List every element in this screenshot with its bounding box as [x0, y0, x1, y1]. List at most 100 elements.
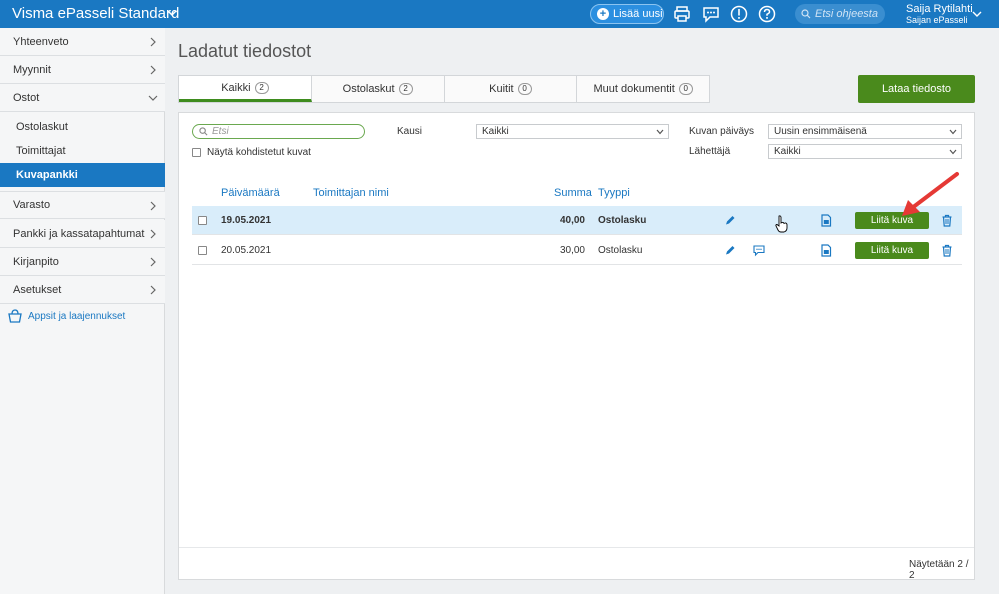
sidebar-item-pankki[interactable]: Pankki ja kassatapahtumat	[0, 220, 165, 248]
tab-kaikki[interactable]: Kaikki 2	[179, 76, 312, 102]
chevron-down-icon[interactable]	[972, 9, 982, 19]
column-header-date[interactable]: Päivämäärä	[221, 187, 280, 199]
sidebar-item-yhteenveto[interactable]: Yhteenveto	[0, 28, 165, 56]
sidebar-item-asetukset[interactable]: Asetukset	[0, 276, 165, 304]
count-badge: 2	[254, 81, 269, 94]
sidebar-item-label: Asetukset	[13, 283, 62, 296]
comment-icon[interactable]	[753, 244, 765, 257]
files-panel: Etsi Näytä kohdistetut kuvat Kausi Kaikk…	[178, 112, 975, 581]
document-image-icon[interactable]	[820, 214, 832, 227]
chevron-down-icon	[148, 95, 158, 101]
tab-kuitit[interactable]: Kuitit 0	[445, 76, 578, 102]
document-image-icon[interactable]	[820, 244, 832, 257]
count-badge: 0	[678, 83, 693, 95]
column-header-type[interactable]: Tyyppi	[598, 187, 630, 199]
table-row[interactable]: 20.05.2021 30,00 Ostolasku Liitä kuva	[192, 236, 962, 265]
tab-muut-dokumentit[interactable]: Muut dokumentit 0	[577, 76, 709, 102]
chevron-down-icon	[949, 149, 957, 155]
show-matched-checkbox[interactable]	[192, 148, 201, 157]
count-badge: 0	[517, 83, 532, 95]
chevron-down-icon	[656, 129, 664, 135]
sidebar-subitem-toimittajat[interactable]: Toimittajat	[0, 139, 165, 163]
chevron-right-icon	[150, 201, 156, 211]
user-name[interactable]: Saija Rytilahti	[906, 3, 973, 15]
sidebar: Yhteenveto Myynnit Ostot Ostolaskut Toim…	[0, 28, 165, 594]
column-header-amount[interactable]: Summa	[554, 187, 592, 199]
chevron-down-icon	[949, 129, 957, 135]
table-row[interactable]: 19.05.2021 40,00 Ostolasku Liitä kuva	[192, 206, 962, 235]
sidebar-item-ostot[interactable]: Ostot	[0, 84, 165, 112]
sender-select[interactable]: Kaikki	[768, 144, 962, 159]
apps-link-label: Appsit ja laajennukset	[28, 310, 126, 322]
sidebar-item-label: Yhteenveto	[13, 35, 69, 48]
attach-image-button[interactable]: Liitä kuva	[855, 242, 929, 259]
sidebar-item-varasto[interactable]: Varasto	[0, 191, 165, 219]
sender-label: Lähettäjä	[689, 146, 731, 157]
chevron-right-icon	[150, 229, 156, 239]
upload-file-button[interactable]: Lataa tiedosto	[858, 75, 975, 103]
print-icon[interactable]	[673, 5, 691, 23]
app-title[interactable]: Visma ePasseli Standard	[12, 5, 179, 22]
column-header-supplier[interactable]: Toimittajan nimi	[313, 187, 389, 199]
tab-label: Kuitit	[489, 83, 514, 95]
sidebar-subitem-label: Ostolaskut	[16, 121, 68, 133]
chevron-down-icon[interactable]	[166, 7, 178, 19]
sender-value: Kaikki	[774, 146, 801, 157]
show-matched-toggle[interactable]: Näytä kohdistetut kuvat	[192, 147, 311, 158]
add-new-button[interactable]: + Lisää uusi	[590, 4, 664, 24]
sidebar-subitem-label: Toimittajat	[16, 145, 66, 157]
row-type: Ostolasku	[598, 215, 647, 226]
chevron-right-icon	[150, 285, 156, 295]
sidebar-item-kirjanpito[interactable]: Kirjanpito	[0, 248, 165, 276]
tab-ostolaskut[interactable]: Ostolaskut 2	[312, 76, 445, 102]
row-type: Ostolasku	[598, 245, 643, 256]
row-checkbox[interactable]	[198, 216, 207, 225]
top-bar: Visma ePasseli Standard + Lisää uusi Ets…	[0, 0, 999, 28]
image-date-value: Uusin ensimmäisenä	[774, 126, 867, 137]
pencil-icon[interactable]	[724, 214, 736, 227]
search-placeholder: Etsi	[212, 126, 229, 137]
sidebar-item-myynnit[interactable]: Myynnit	[0, 56, 165, 84]
sidebar-item-label: Pankki ja kassatapahtumat	[13, 227, 145, 240]
apps-link[interactable]: Appsit ja laajennukset	[8, 309, 125, 323]
search-icon	[801, 9, 811, 19]
row-amount: 40,00	[559, 215, 585, 226]
count-badge: 2	[398, 83, 413, 95]
tab-label: Ostolaskut	[342, 83, 395, 95]
pencil-icon[interactable]	[724, 244, 736, 257]
row-checkbox[interactable]	[198, 246, 207, 255]
tab-label: Muut dokumentit	[593, 83, 675, 95]
row-date: 20.05.2021	[221, 245, 272, 256]
tab-bar: Kaikki 2 Ostolaskut 2 Kuitit 0 Muut doku…	[178, 75, 710, 103]
annotation-arrow-icon	[902, 172, 959, 216]
sidebar-item-label: Myynnit	[13, 63, 51, 76]
panel-divider	[179, 547, 974, 548]
sidebar-item-label: Ostot	[13, 91, 40, 104]
period-value: Kaikki	[482, 126, 509, 137]
period-select[interactable]: Kaikki	[476, 124, 669, 139]
show-matched-label: Näytä kohdistetut kuvat	[207, 147, 311, 158]
hand-cursor-icon	[775, 215, 788, 233]
help-icon[interactable]	[758, 5, 776, 23]
sidebar-subitem-label: Kuvapankki	[16, 169, 78, 181]
sidebar-item-label: Kirjanpito	[13, 255, 59, 268]
chat-icon[interactable]	[702, 5, 720, 23]
trash-icon[interactable]	[941, 244, 953, 257]
user-company[interactable]: Saijan ePasseli	[906, 15, 968, 25]
chevron-right-icon	[150, 65, 156, 75]
help-search-input[interactable]: Etsi ohjeesta	[795, 4, 885, 24]
help-search-placeholder: Etsi ohjeesta	[815, 8, 878, 20]
chevron-right-icon	[150, 37, 156, 47]
alert-icon[interactable]	[730, 5, 748, 23]
showing-count: Näytetään 2 / 2	[909, 559, 969, 581]
search-icon	[199, 127, 208, 136]
image-date-select[interactable]: Uusin ensimmäisenä	[768, 124, 962, 139]
tab-label: Kaikki	[221, 81, 251, 94]
sidebar-subitem-kuvapankki[interactable]: Kuvapankki	[0, 163, 165, 187]
add-new-label: Lisää uusi	[613, 8, 663, 20]
row-date: 19.05.2021	[221, 215, 272, 226]
search-input[interactable]: Etsi	[192, 124, 365, 139]
row-amount: 30,00	[559, 245, 585, 256]
plus-icon: +	[597, 8, 609, 20]
sidebar-subitem-ostolaskut[interactable]: Ostolaskut	[0, 115, 165, 139]
